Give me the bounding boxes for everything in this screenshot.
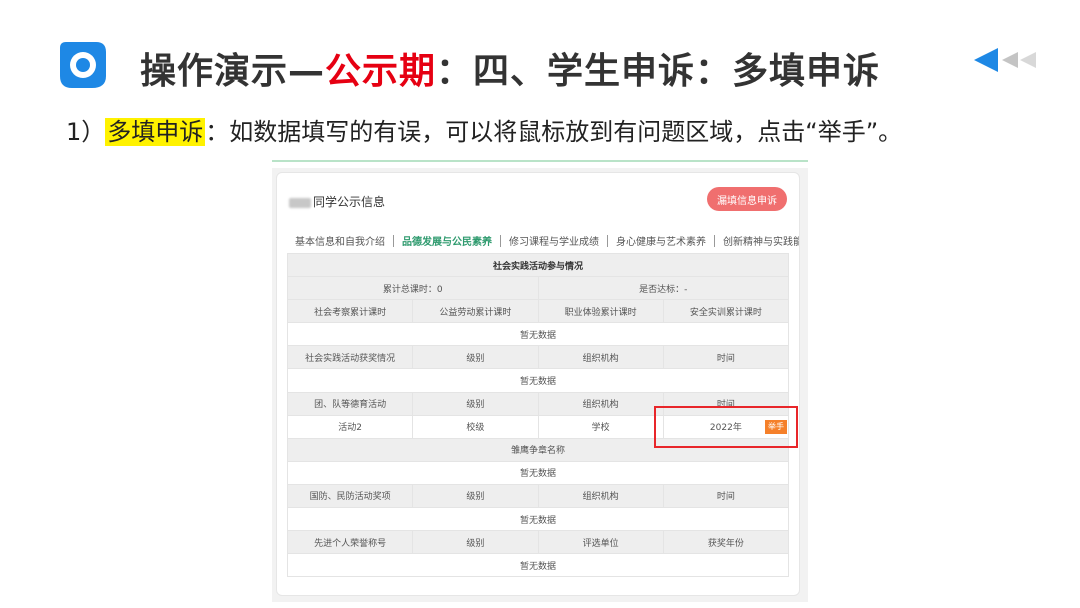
column-header: 获奖年份 [662,530,790,555]
column-header: 时间 [662,345,790,370]
section-title: 社会实践活动参与情况 [287,252,789,278]
column-header: 社会考察累计课时 [286,299,414,324]
table-row: 暂无数据 [287,322,789,347]
table-row: 暂无数据 [287,368,789,393]
app-logo-icon [60,42,106,88]
table-row: 社会实践活动参与情况 [287,252,789,278]
card-title: 同学公示信息 [289,193,385,210]
column-header: 团、队等德育活动 [286,391,414,416]
title-prefix: 操作演示— [140,51,326,92]
prev-arrow-icon[interactable] [972,46,1042,74]
activity-name-cell[interactable]: 活动2 [286,414,414,439]
no-data: 暂无数据 [287,553,789,578]
card-title-text: 同学公示信息 [313,195,386,209]
column-header: 组织机构 [537,483,664,509]
tab-courses[interactable]: 修习课程与学业成绩 [501,233,607,248]
column-header: 级别 [412,391,539,416]
tab-moral-development[interactable]: 品德发展与公民素养 [394,233,500,248]
activity-org-cell[interactable]: 学校 [537,414,664,439]
no-data: 暂无数据 [287,460,789,485]
table-row: 国防、民防活动奖项 级别 组织机构 时间 [286,483,790,509]
table-row: 暂无数据 [287,507,789,532]
screenshot-frame: 同学公示信息 漏填信息申诉 基本信息和自我介绍 品德发展与公民素养 修习课程与学… [272,168,808,602]
no-data: 暂无数据 [287,368,789,393]
tab-health-arts[interactable]: 身心健康与艺术素养 [608,233,714,248]
instruction-text: 1）多填申诉：如数据填写的有误，可以将鼠标放到有问题区域，点击“举手”。 [66,112,902,147]
column-header: 级别 [412,345,539,370]
blurred-name [289,197,311,208]
divider [272,160,808,162]
instruction-prefix: 1） [66,118,106,146]
column-header: 国防、民防活动奖项 [286,483,414,509]
total-hours: 累计总课时：0 [287,276,539,301]
table-row: 暂无数据 [287,460,789,485]
column-header: 职业体验累计课时 [537,299,664,324]
tab-bar: 基本信息和自我介绍 品德发展与公民素养 修习课程与学业成绩 身心健康与艺术素养 … [287,233,799,248]
tab-innovation[interactable]: 创新精神与实践能力 [715,233,799,248]
table-row: 暂无数据 [287,553,789,578]
column-header: 组织机构 [537,391,664,416]
instruction-highlight: 多填申诉 [105,118,206,146]
title-suffix: ：四、学生申诉：多填申诉 [436,51,881,92]
info-card: 同学公示信息 漏填信息申诉 基本信息和自我介绍 品德发展与公民素养 修习课程与学… [276,172,800,596]
column-header: 社会实践活动获奖情况 [286,345,414,370]
column-header: 安全实训累计课时 [662,299,790,324]
activity-level-cell[interactable]: 校级 [412,414,539,439]
column-header: 先进个人荣誉称号 [286,530,414,555]
no-data: 暂无数据 [287,507,789,532]
column-header: 级别 [412,483,539,509]
table-row: 社会考察累计课时 公益劳动累计课时 职业体验累计课时 安全实训累计课时 [286,299,790,324]
no-data: 暂无数据 [287,322,789,347]
column-header: 组织机构 [537,345,664,370]
table-row: 先进个人荣誉称号 级别 评选单位 获奖年份 [286,530,790,555]
instruction-body: ：如数据填写的有误，可以将鼠标放到有问题区域，点击“举手”。 [205,118,903,146]
reached-status: 是否达标：- [537,276,789,301]
table-row: 社会实践活动获奖情况 级别 组织机构 时间 [286,345,790,370]
column-header: 评选单位 [537,530,664,555]
slide-title: 操作演示—公示期：四、学生申诉：多填申诉 [140,42,880,94]
title-highlight: 公示期 [325,51,437,92]
column-header: 公益劳动累计课时 [412,299,539,324]
highlight-box [654,406,798,448]
missing-info-appeal-button[interactable]: 漏填信息申诉 [707,187,787,211]
tab-basic-info[interactable]: 基本信息和自我介绍 [287,233,393,248]
table-row: 累计总课时：0 是否达标：- [287,276,789,301]
column-header: 时间 [662,483,790,509]
column-header: 级别 [412,530,539,555]
